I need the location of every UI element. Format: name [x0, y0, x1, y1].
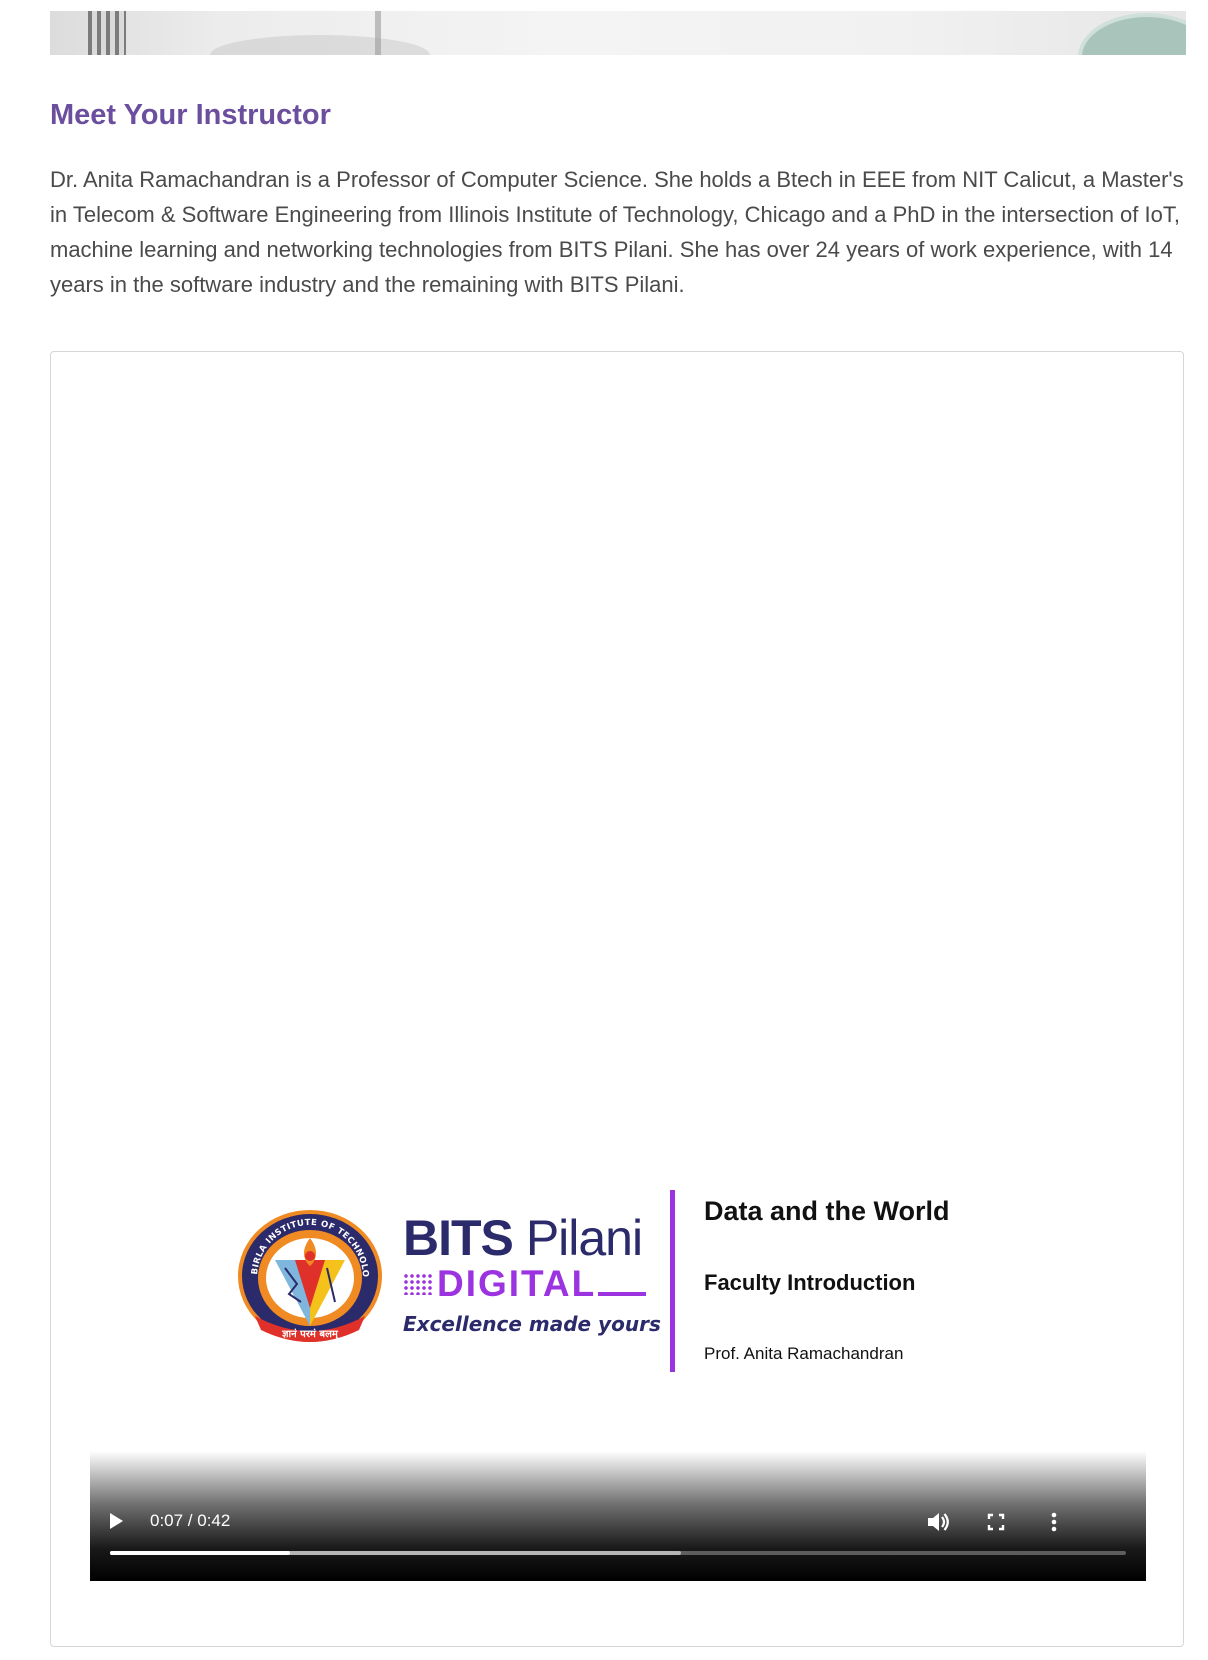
- bits-pilani-digital-wordmark: BITS Pilani DIGITAL Excellence made your…: [403, 1212, 661, 1336]
- cursor-underscore-icon: [598, 1292, 647, 1296]
- video-player[interactable]: ज्ञानं परमं बलम् BIRLA INSTITUTE OF TECH…: [90, 352, 1146, 1581]
- progress-played: [110, 1551, 290, 1555]
- slide-title: Data and the World: [704, 1196, 950, 1226]
- section-title: Meet Your Instructor: [50, 99, 331, 131]
- emblem-motto: ज्ञानं परमं बलम्: [281, 1328, 340, 1340]
- fullscreen-icon[interactable]: [981, 1507, 1011, 1537]
- slide-divider: [670, 1190, 675, 1372]
- video-controls: 0:07 / 0:42: [90, 1451, 1146, 1581]
- notebook-spring-graphic: [88, 11, 126, 55]
- mint-object-graphic: [1078, 13, 1186, 55]
- video-frame-slide: ज्ञानं परमं बलम् BIRLA INSTITUTE OF TECH…: [90, 1190, 1146, 1390]
- header-banner-image: [50, 11, 1186, 55]
- banner-shadow: [210, 35, 430, 55]
- brand-pilani: Pilani: [525, 1210, 643, 1266]
- play-icon[interactable]: [110, 1513, 123, 1529]
- progress-bar[interactable]: [110, 1551, 1126, 1555]
- brand-tagline: Excellence made yours: [403, 1312, 661, 1336]
- video-card: ज्ञानं परमं बलम् BIRLA INSTITUTE OF TECH…: [50, 351, 1184, 1647]
- volume-icon[interactable]: [923, 1507, 953, 1537]
- more-options-icon[interactable]: [1039, 1507, 1069, 1537]
- brand-bits: BITS: [403, 1210, 514, 1266]
- slide-presenter: Prof. Anita Ramachandran: [704, 1344, 904, 1363]
- brand-digital: DIGITAL: [437, 1263, 597, 1304]
- bits-emblem-logo: ज्ञानं परमं बलम् BIRLA INSTITUTE OF TECH…: [235, 1198, 382, 1342]
- time-display: 0:07 / 0:42: [150, 1511, 231, 1530]
- instructor-bio: Dr. Anita Ramachandran is a Professor of…: [50, 167, 1184, 297]
- slide-subtitle: Faculty Introduction: [704, 1270, 916, 1295]
- pixel-dots-icon: [403, 1273, 433, 1295]
